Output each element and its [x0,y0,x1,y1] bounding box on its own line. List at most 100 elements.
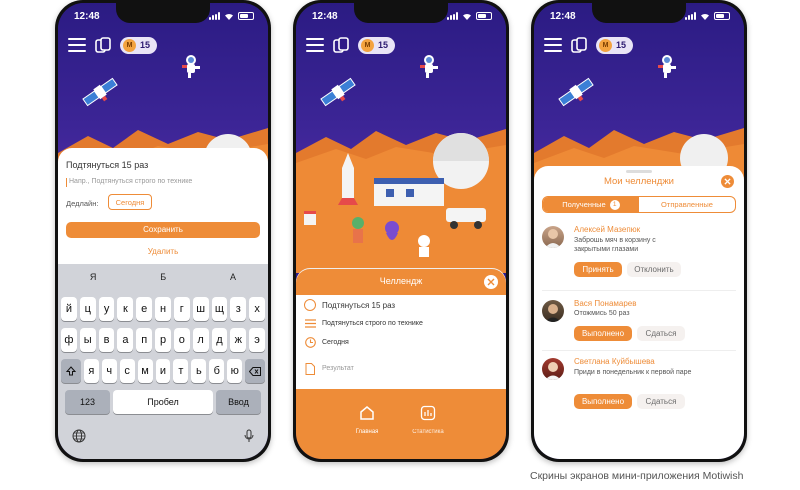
key[interactable]: ш [192,297,209,321]
menu-icon[interactable] [306,38,324,52]
shift-icon [65,366,76,376]
screen: 12:48 M 15 Подтянуться 15 раз Напр., Под… [58,3,268,459]
sender-name: Светлана Куйбышева [574,357,655,366]
key[interactable]: а [117,328,134,352]
key[interactable]: щ [211,297,228,321]
key[interactable]: и [155,359,171,383]
done-button[interactable]: Выполнено [574,394,632,409]
cards-icon[interactable] [570,36,588,54]
shift-key[interactable] [60,359,81,383]
key[interactable]: с [119,359,135,383]
key[interactable]: н [155,297,171,321]
key[interactable]: ч [101,359,117,383]
key[interactable]: ы [79,328,96,352]
accept-button[interactable]: Принять [574,262,622,277]
segment-received[interactable]: Полученные 1 [543,197,639,212]
cards-icon[interactable] [332,36,350,54]
key[interactable]: е [136,297,153,321]
numbers-key[interactable]: 123 [65,390,110,414]
key[interactable]: э [249,328,265,352]
screen: 12:48 M 15 Мои челленджи Полученные 1 От… [534,3,744,459]
tab-home[interactable]: Главная [352,405,382,435]
divider [542,290,736,291]
space-key[interactable]: Пробел [113,390,213,414]
menu-icon[interactable] [544,38,562,52]
tab-statistics[interactable]: Статистика [408,405,448,435]
save-button[interactable]: Сохранить [66,222,260,238]
battery-icon [238,12,254,20]
key[interactable]: м [137,359,153,383]
key[interactable]: ж [230,328,247,352]
key[interactable]: в [98,328,115,352]
key[interactable]: п [136,328,153,352]
drag-handle[interactable] [626,170,652,173]
decline-button[interactable]: Отклонить [627,262,681,277]
tab-label: Статистика [412,429,444,435]
key[interactable]: б [209,359,225,383]
signal-icon [209,12,220,20]
challenge-description: Подтянуться строго по технике [322,320,423,327]
key[interactable]: ц [79,297,96,321]
wifi-icon [225,13,233,20]
give-up-button[interactable]: Сдаться [637,394,685,409]
complete-checkbox[interactable] [304,299,316,311]
list-item: Светлана Куйбышева Приди в понедельник к… [534,354,744,420]
phone-edit-challenge: 12:48 M 15 Подтянуться 15 раз Напр., Под… [55,0,271,462]
description-input[interactable]: Напр., Подтянуться строго по технике [69,178,192,185]
person-avatar-icon [545,304,561,322]
key[interactable]: д [211,328,228,352]
result-field[interactable]: Результат [322,365,354,372]
key[interactable]: ю [227,359,243,383]
menu-icon[interactable] [68,38,86,52]
segment-sent[interactable]: Отправленные [639,197,735,212]
suggestion[interactable]: Б [160,272,166,282]
person-avatar-icon [545,362,561,380]
cards-icon[interactable] [94,36,112,54]
microphone-icon[interactable] [244,429,254,443]
key[interactable]: я [83,359,99,383]
close-button[interactable] [484,275,498,289]
avatar[interactable] [542,226,564,248]
phone-my-challenges: 12:48 M 15 Мои челленджи Полученные 1 От… [531,0,747,462]
description-icon [305,319,316,328]
avatar[interactable] [542,358,564,380]
status-bar: 12:48 [58,11,268,25]
challenge-deadline: Сегодня [322,339,349,346]
phone-challenge-detail: 12:48 M 15 Челлендж Подтянуться 15 раз П… [293,0,509,462]
give-up-button[interactable]: Сдаться [637,326,685,341]
key[interactable]: х [249,297,265,321]
avatar[interactable] [542,300,564,322]
key[interactable]: ь [191,359,207,383]
coin-balance[interactable]: M 15 [358,36,396,54]
coin-balance[interactable]: M 15 [596,36,634,54]
key[interactable]: к [117,297,134,321]
backspace-key[interactable] [245,359,266,383]
sheet-title: Мои челленджи [604,176,674,187]
return-key[interactable]: Ввод [216,390,261,414]
key[interactable]: г [173,297,190,321]
key[interactable]: р [155,328,171,352]
done-button[interactable]: Выполнено [574,326,632,341]
close-icon [724,178,731,185]
deadline-button[interactable]: Сегодня [108,194,152,210]
coin-balance[interactable]: M 15 [120,36,158,54]
coin-icon: M [123,38,136,52]
key[interactable]: ф [61,328,77,352]
challenge-title-input[interactable]: Подтянуться 15 раз [66,160,148,170]
challenges-sheet: Мои челленджи Полученные 1 Отправленные [534,166,744,459]
key[interactable]: у [98,297,115,321]
challenge-text: Заброшь мяч в корзину с закрытыми глазам… [574,237,656,253]
delete-button[interactable]: Удалить [58,247,268,256]
key[interactable]: о [173,328,190,352]
keyboard: Я Б А й ц у к е н г ш щ з х ф ы в а п р … [58,264,268,459]
key[interactable]: й [61,297,77,321]
key[interactable]: т [173,359,189,383]
battery-icon [714,12,730,20]
key[interactable]: л [192,328,209,352]
suggestion[interactable]: А [230,272,236,282]
screen: 12:48 M 15 Челлендж Подтянуться 15 раз П… [296,3,506,459]
key[interactable]: з [230,297,247,321]
close-button[interactable] [721,175,734,188]
suggestion[interactable]: Я [90,272,97,282]
globe-icon[interactable] [72,429,86,443]
